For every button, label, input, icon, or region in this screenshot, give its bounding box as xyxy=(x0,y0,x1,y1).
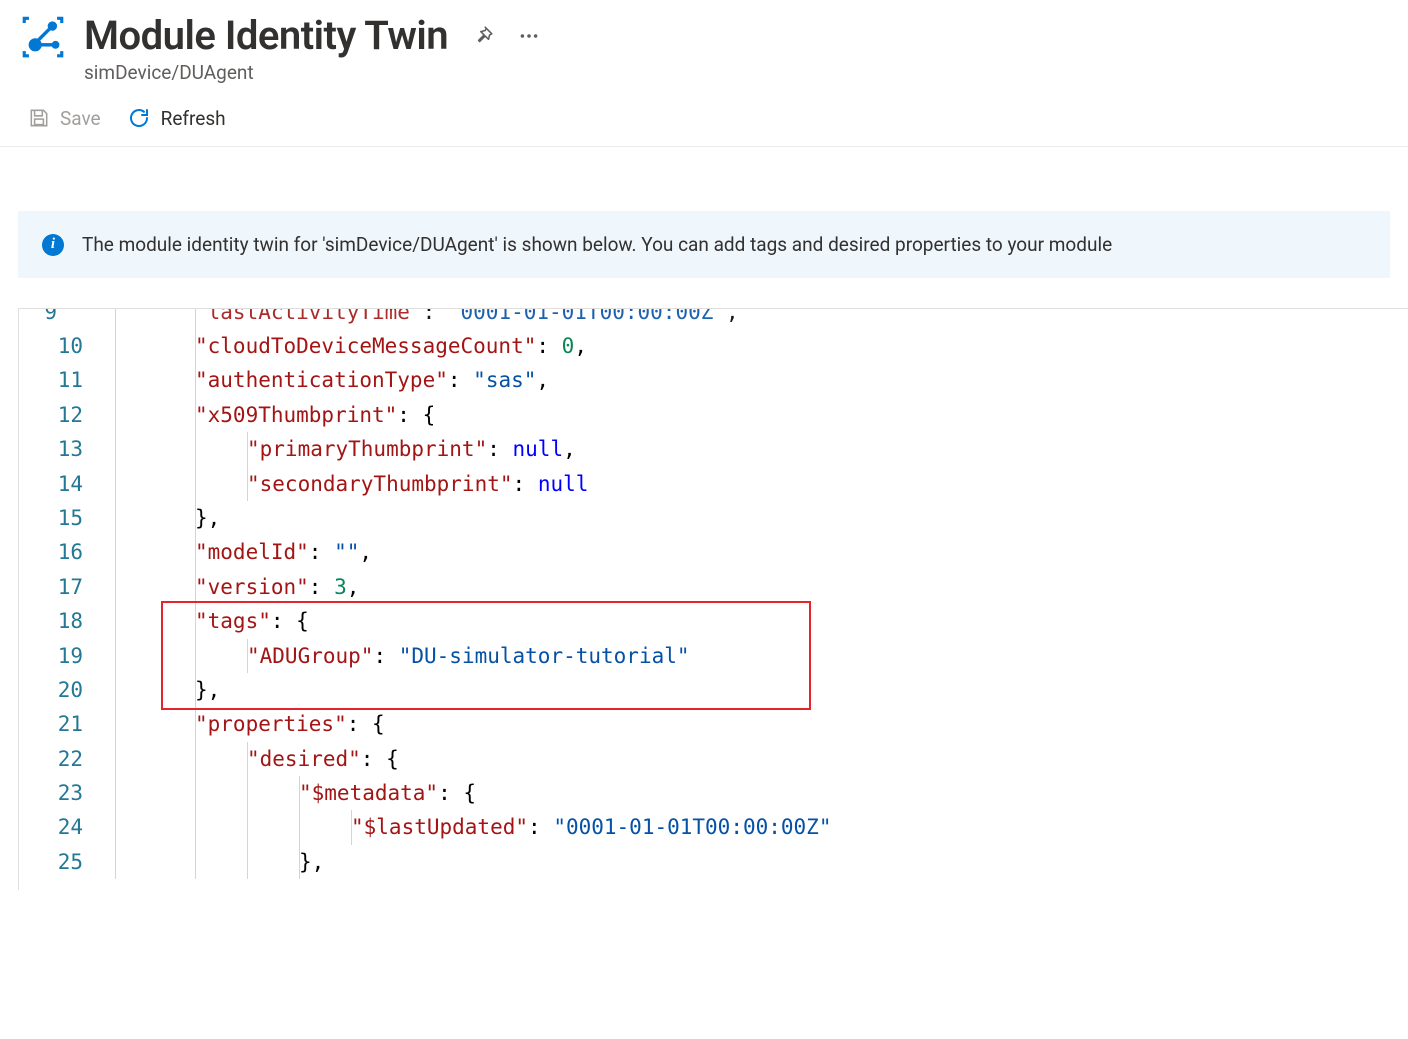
code-line[interactable]: "desired": { xyxy=(133,742,1408,776)
code-content[interactable]: lastActivityTime : 0001-01-01T00:00:00Z … xyxy=(133,309,1408,879)
code-line[interactable]: "cloudToDeviceMessageCount": 0, xyxy=(133,329,1408,363)
refresh-label: Refresh xyxy=(161,107,226,130)
refresh-button[interactable]: Refresh xyxy=(127,106,226,130)
page-title: Module Identity Twin xyxy=(84,12,448,59)
save-icon xyxy=(28,107,50,129)
save-label: Save xyxy=(60,107,101,130)
code-line[interactable]: "primaryThumbprint": null, xyxy=(133,432,1408,466)
page-header: Module Identity Twin simDevice/DUAgent xyxy=(0,0,1408,92)
code-line[interactable]: "version": 3, xyxy=(133,570,1408,604)
code-line[interactable]: "authenticationType": "sas", xyxy=(133,363,1408,397)
refresh-icon xyxy=(127,106,151,130)
info-message-bar: i The module identity twin for 'simDevic… xyxy=(18,211,1390,278)
fold-gutter xyxy=(109,309,133,879)
save-button: Save xyxy=(28,107,101,130)
code-line[interactable]: "$metadata": { xyxy=(133,776,1408,810)
code-line[interactable]: "tags": { xyxy=(133,604,1408,638)
command-bar: Save Refresh xyxy=(0,92,1408,147)
code-line[interactable]: "$lastUpdated": "0001-01-01T00:00:00Z" xyxy=(133,810,1408,844)
code-line[interactable]: }, xyxy=(133,845,1408,879)
code-line[interactable]: "x509Thumbprint": { xyxy=(133,398,1408,432)
info-message-text: The module identity twin for 'simDevice/… xyxy=(82,233,1112,256)
pin-icon[interactable] xyxy=(472,25,494,47)
code-line[interactable]: "modelId": "", xyxy=(133,535,1408,569)
module-twin-icon xyxy=(18,12,68,62)
code-line[interactable]: "properties": { xyxy=(133,707,1408,741)
code-line[interactable]: }, xyxy=(133,673,1408,707)
breadcrumb: simDevice/DUAgent xyxy=(84,61,1390,84)
code-line[interactable]: "secondaryThumbprint": null xyxy=(133,467,1408,501)
line-number-gutter: 910111213141516171819202122232425 xyxy=(19,309,109,879)
code-line[interactable]: }, xyxy=(133,501,1408,535)
more-icon[interactable] xyxy=(518,25,540,47)
info-icon: i xyxy=(42,234,64,256)
code-line[interactable]: lastActivityTime : 0001-01-01T00:00:00Z … xyxy=(133,309,1408,329)
code-line[interactable]: "ADUGroup": "DU-simulator-tutorial" xyxy=(133,639,1408,673)
json-editor[interactable]: 910111213141516171819202122232425 lastAc… xyxy=(18,308,1408,890)
